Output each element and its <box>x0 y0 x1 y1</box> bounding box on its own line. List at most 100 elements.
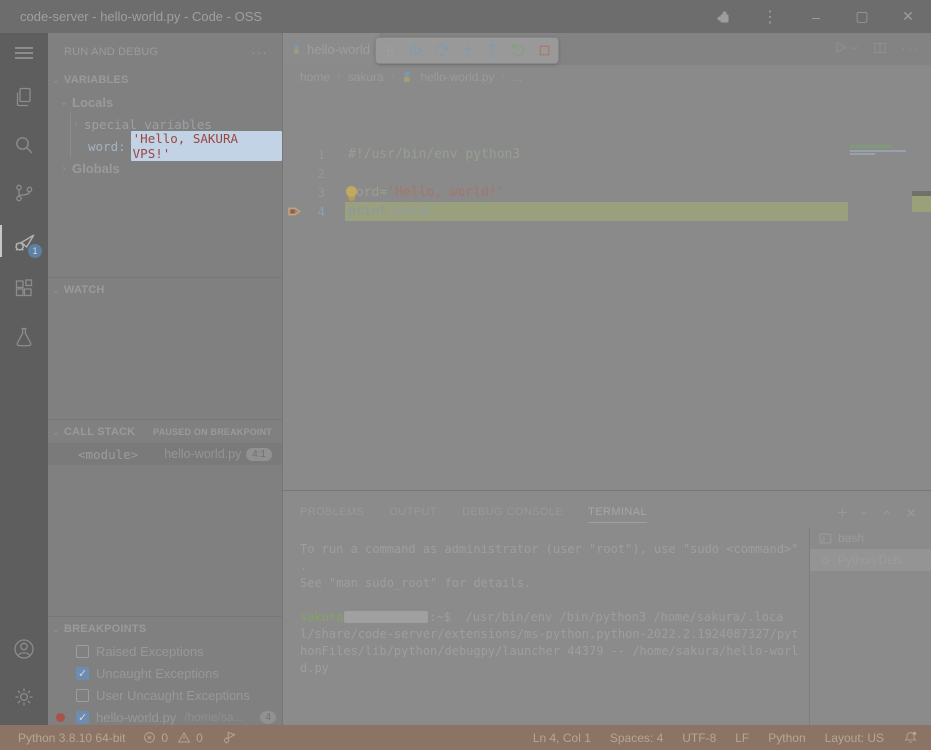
maximize-button[interactable]: ▢ <box>839 0 885 33</box>
run-python-file-button[interactable] <box>832 39 859 56</box>
python-interpreter-status[interactable]: Python 3.8.10 64-bit <box>18 731 125 745</box>
tree-item-globals[interactable]: › Globals <box>48 157 282 179</box>
chevron-right-icon: › <box>68 119 84 130</box>
python-file-icon <box>292 43 301 56</box>
search-icon[interactable] <box>0 121 48 169</box>
more-menu-icon[interactable]: ⋮ <box>747 0 793 33</box>
paused-on-breakpoint-status: PAUSED ON BREAKPOINT <box>153 427 272 437</box>
toolbar-drag-handle[interactable] <box>378 39 402 63</box>
chevron-down-icon: ⌄ <box>48 427 64 438</box>
breakpoint-line-badge: 4 <box>260 711 276 724</box>
breakpoint-file-path: /home/sa... <box>184 710 243 724</box>
run-and-debug-sidebar: RUN AND DEBUG ··· ⌄ VARIABLES ⌄ Locals ›… <box>48 33 283 725</box>
stop-icon[interactable] <box>532 39 556 63</box>
breadcrumb-separator: › <box>501 71 505 83</box>
continue-icon[interactable] <box>404 39 428 63</box>
terminal-prompt-line: sakura:~$ /usr/bin/env /bin/python3 /hom… <box>300 609 783 626</box>
sidebar-more-icon[interactable]: ··· <box>251 44 268 60</box>
extensions-icon[interactable] <box>0 265 48 313</box>
minimap-line-mark <box>850 150 906 152</box>
indentation-status[interactable]: Spaces: 4 <box>610 731 663 745</box>
tree-item-word-variable[interactable]: word: 'Hello, SAKURA VPS!' <box>48 135 282 157</box>
explorer-icon[interactable] <box>0 73 48 121</box>
maximize-panel-icon[interactable] <box>881 507 893 519</box>
code-line-4: 4 print(word) <box>283 202 931 221</box>
breakpoint-row[interactable]: Uncaught Exceptions <box>48 662 282 684</box>
chevron-down-icon: ⌄ <box>48 75 64 86</box>
section-divider <box>48 616 282 617</box>
warning-icon <box>177 731 191 744</box>
editor-group: hello-world <box>283 33 931 490</box>
step-over-icon[interactable] <box>429 39 453 63</box>
restart-icon[interactable] <box>507 39 531 63</box>
redacted-hostname <box>344 611 428 623</box>
terminal-icon <box>819 532 832 545</box>
debug-status-icon[interactable] <box>221 730 237 745</box>
step-into-icon[interactable] <box>455 39 479 63</box>
terminal-item-python-debug[interactable]: Python Deb... <box>810 549 931 571</box>
breakpoints-section-header[interactable]: ⌄ BREAKPOINTS <box>48 618 282 640</box>
section-divider <box>48 419 282 420</box>
call-stack-frame-row[interactable]: <module> hello-world.py 4:1 <box>48 443 282 465</box>
keyboard-layout-status[interactable]: Layout: US <box>825 731 884 745</box>
sidebar-title: RUN AND DEBUG <box>64 46 158 58</box>
checkbox[interactable] <box>76 711 89 724</box>
call-stack-section-header[interactable]: ⌄ CALL STACK PAUSED ON BREAKPOINT <box>48 421 282 443</box>
terminal-item-bash[interactable]: bash <box>810 527 931 549</box>
tab-debug-console[interactable]: DEBUG CONSOLE <box>462 506 563 523</box>
notifications-bell-icon[interactable] <box>903 730 918 745</box>
checkbox[interactable] <box>76 689 89 702</box>
error-icon <box>143 731 156 744</box>
settings-gear-icon[interactable] <box>0 673 48 721</box>
tab-output[interactable]: OUTPUT <box>389 506 437 523</box>
title-bar: code-server - hello-world.py - Code - OS… <box>0 0 931 33</box>
cursor-position-status[interactable]: Ln 4, Col 1 <box>533 731 591 745</box>
language-mode-status[interactable]: Python <box>768 731 805 745</box>
extensions-puzzle-icon[interactable] <box>701 0 747 33</box>
close-panel-icon[interactable]: ✕ <box>905 506 917 520</box>
run-and-debug-icon[interactable]: 1 <box>0 217 48 265</box>
lightbulb-code-action-icon[interactable] <box>346 186 357 197</box>
breadcrumb-separator: › <box>391 71 395 83</box>
window-title: code-server - hello-world.py - Code - OS… <box>20 9 262 24</box>
tab-problems[interactable]: PROBLEMS <box>300 506 364 523</box>
minimize-button[interactable]: – <box>793 0 839 33</box>
editor-more-actions-icon[interactable]: ··· <box>901 40 921 56</box>
tab-terminal[interactable]: TERMINAL <box>588 506 647 523</box>
code-line-2: 2 <box>283 164 931 183</box>
menu-hamburger-icon[interactable] <box>0 33 48 73</box>
tab-hello-world[interactable]: hello-world <box>283 33 379 65</box>
editor-actions: ··· <box>832 39 921 56</box>
new-terminal-icon[interactable]: + <box>837 504 847 521</box>
breakpoint-row[interactable]: User Uncaught Exceptions <box>48 684 282 706</box>
breakpoint-row[interactable]: Raised Exceptions <box>48 640 282 662</box>
checkbox[interactable] <box>76 667 89 680</box>
code-area[interactable]: 1 #!/usr/bin/env python3 2 3 word='Hello… <box>283 88 931 490</box>
account-icon[interactable] <box>0 625 48 673</box>
eol-status[interactable]: LF <box>735 731 749 745</box>
problems-status[interactable]: 0 0 <box>143 731 202 745</box>
chevron-right-icon: › <box>56 163 72 174</box>
close-button[interactable]: ✕ <box>885 0 931 33</box>
source-control-icon[interactable] <box>0 169 48 217</box>
section-divider <box>48 277 282 278</box>
split-editor-icon[interactable] <box>872 40 888 56</box>
breadcrumb[interactable]: home › sakura › hello-world.py › ... <box>283 65 931 88</box>
testing-beaker-icon[interactable] <box>0 313 48 361</box>
breakpoint-row[interactable]: hello-world.py /home/sa... 4 <box>48 706 282 725</box>
chevron-down-icon: ⌄ <box>48 285 64 296</box>
checkbox[interactable] <box>76 645 89 658</box>
terminal-dropdown-chevron-icon[interactable] <box>859 508 869 518</box>
debug-toolbar <box>375 37 559 64</box>
debug-gear-icon <box>819 554 832 567</box>
encoding-status[interactable]: UTF-8 <box>682 731 716 745</box>
code-line-1: 1 #!/usr/bin/env python3 <box>283 145 931 164</box>
variables-section-header[interactable]: ⌄ VARIABLES <box>48 69 282 91</box>
watch-section-header[interactable]: ⌄ WATCH <box>48 279 282 301</box>
chevron-down-icon: ⌄ <box>56 97 72 108</box>
debug-current-line-arrow-icon[interactable] <box>287 205 302 218</box>
breakpoint-dot-icon <box>56 713 65 722</box>
tree-item-locals[interactable]: ⌄ Locals <box>48 91 282 113</box>
panel-actions: + ✕ <box>837 504 917 521</box>
step-out-icon[interactable] <box>481 39 505 63</box>
